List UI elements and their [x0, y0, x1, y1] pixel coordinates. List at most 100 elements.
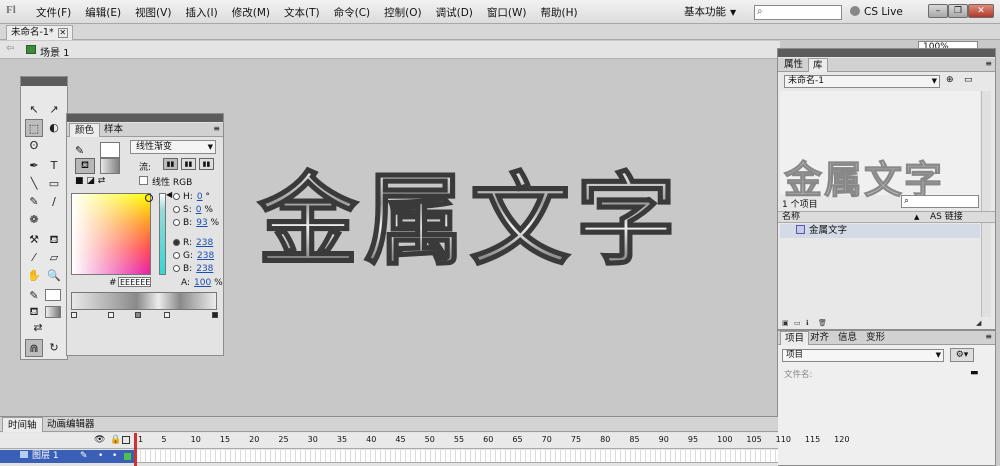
blue-value[interactable]: 238	[196, 264, 213, 274]
stroke-color-swatch[interactable]	[100, 142, 120, 158]
3d-rotation-tool-icon[interactable]: ◐	[45, 119, 63, 137]
delete-icon[interactable]: 🗑	[818, 319, 827, 327]
flow-extend-button[interactable]: ▮▮	[163, 158, 178, 170]
resize-icon[interactable]: ◢	[976, 319, 981, 327]
menu-commands[interactable]: 命令(C)	[334, 5, 371, 20]
color-picker-square[interactable]	[71, 193, 153, 275]
panel-menu-icon[interactable]: ≡	[985, 332, 992, 341]
tab-project[interactable]: 项目	[780, 331, 810, 345]
show-hide-layers-icon[interactable]: 👁	[94, 435, 105, 445]
close-tab-icon[interactable]: ✕	[57, 28, 68, 38]
hue-row[interactable]: H: 0 °	[173, 192, 210, 202]
hex-input[interactable]: EEEEEE	[118, 277, 151, 287]
tab-color[interactable]: 颜色	[69, 123, 101, 137]
green-row[interactable]: G: 238	[173, 251, 214, 261]
outline-layers-icon[interactable]	[122, 436, 130, 444]
frames-row[interactable]	[136, 450, 778, 463]
deco-tool-icon[interactable]: ❁	[25, 211, 43, 229]
tab-properties[interactable]: 属性	[780, 58, 807, 72]
bone-tool-icon[interactable]: ⚒	[25, 231, 43, 249]
menu-help[interactable]: 帮助(H)	[540, 5, 577, 20]
brightness-slider[interactable]	[159, 193, 166, 275]
flow-repeat-button[interactable]: ▮▮	[199, 158, 214, 170]
tab-timeline[interactable]: 时间轴	[2, 417, 43, 432]
frame-ruler[interactable]: 1 5 10 15 20 25 30 35 40 45 50 55 60 65 70 75 80 85 90 95 10…	[136, 433, 849, 449]
properties-icon[interactable]: ℹ	[806, 319, 809, 327]
visibility-dot-icon[interactable]: •	[98, 450, 103, 463]
scene-name[interactable]: 场景 1	[40, 44, 70, 59]
pin-icon[interactable]: ⊕	[946, 75, 954, 85]
fill-bucket-icon[interactable]: ⛾	[75, 158, 95, 174]
new-folder-icon[interactable]: ▭	[794, 319, 801, 327]
smooth-icon[interactable]: ↻	[45, 339, 63, 357]
menu-modify[interactable]: 修改(M)	[232, 5, 270, 20]
gradient-stop[interactable]	[71, 312, 77, 318]
tab-library[interactable]: 库	[808, 58, 828, 72]
hue-value[interactable]: 0	[197, 192, 203, 202]
text-tool-icon[interactable]: T	[45, 157, 63, 175]
menu-control[interactable]: 控制(O)	[384, 5, 421, 20]
layer-name[interactable]: 图层 1	[32, 451, 59, 461]
blue-row[interactable]: B: 238	[173, 264, 213, 274]
saturation-radio[interactable]	[173, 206, 180, 213]
brightness-row[interactable]: B: 93 %	[173, 218, 219, 228]
project-gear-button[interactable]: ⚙▾	[950, 348, 974, 362]
menu-text[interactable]: 文本(T)	[284, 5, 320, 20]
close-window-button[interactable]: ✕	[968, 4, 994, 18]
document-tab[interactable]: 未命名-1* ✕	[6, 25, 73, 40]
layer-row[interactable]: 图层 1 ✎ • •	[0, 450, 136, 463]
pen-tool-icon[interactable]: ✒	[25, 157, 43, 175]
stroke-color-swatch[interactable]	[45, 289, 61, 301]
line-tool-icon[interactable]: ╲	[25, 175, 43, 193]
menu-insert[interactable]: 插入(I)	[185, 5, 217, 20]
panel-menu-icon[interactable]: ≡	[985, 59, 992, 68]
linear-rgb-checkbox[interactable]	[139, 176, 148, 185]
folder-icon[interactable]: ▬	[970, 368, 979, 378]
project-select[interactable]: 项目 ▼	[782, 349, 944, 362]
red-radio[interactable]	[173, 239, 180, 246]
lock-dot-icon[interactable]: •	[112, 450, 117, 463]
color-type-select[interactable]: 线性渐变 ▼	[130, 140, 216, 154]
gradient-stop-selected[interactable]	[212, 312, 218, 318]
slider-arrow-icon[interactable]: ◀	[166, 190, 172, 199]
eraser-tool-icon[interactable]: ▱	[45, 249, 63, 267]
hue-radio[interactable]	[173, 193, 180, 200]
new-symbol-icon[interactable]: ▣	[782, 319, 789, 327]
red-value[interactable]: 238	[196, 238, 213, 248]
eyedropper-tool-icon[interactable]: ⁄	[25, 249, 43, 267]
help-search-input[interactable]: ⌕	[754, 5, 842, 20]
alpha-row[interactable]: A: 100 %	[181, 278, 223, 288]
new-library-icon[interactable]: ▭	[964, 75, 973, 85]
color-default-icons[interactable]: ■ ◪ ⇄	[75, 176, 105, 186]
sort-icon[interactable]: ▲	[914, 212, 919, 222]
tab-info[interactable]: 信息	[834, 331, 861, 345]
saturation-value[interactable]: 0	[196, 205, 202, 215]
metal-text-object[interactable]: 金属文字	[257, 161, 682, 281]
column-linkage[interactable]: AS 链接	[930, 212, 963, 222]
picker-marker[interactable]	[145, 194, 153, 202]
gradient-bar[interactable]	[71, 292, 217, 310]
tab-swatches[interactable]: 样本	[99, 123, 128, 137]
tab-transform[interactable]: 变形	[862, 331, 889, 345]
stroke-pencil-icon[interactable]: ✎	[75, 144, 91, 158]
swap-colors-icon[interactable]: ⇄	[29, 319, 47, 337]
library-item[interactable]: 金属文字	[780, 224, 980, 238]
brightness-value[interactable]: 93	[196, 218, 207, 228]
paint-bucket-tool-icon[interactable]: ⛾	[45, 231, 63, 249]
flow-reflect-button[interactable]: ▮▮	[181, 158, 196, 170]
restore-button[interactable]: ❐	[948, 4, 968, 18]
fill-color-swatch[interactable]	[45, 306, 61, 318]
fill-gradient-swatch[interactable]	[100, 158, 120, 174]
menu-edit[interactable]: 编辑(E)	[85, 5, 121, 20]
playhead[interactable]	[134, 433, 137, 466]
workspace-switcher[interactable]: 基本功能 ▼	[684, 3, 748, 21]
lasso-tool-icon[interactable]: ʘ	[25, 137, 43, 155]
back-arrow-icon[interactable]: ⇦	[6, 43, 14, 54]
hand-tool-icon[interactable]: ✋	[25, 267, 43, 285]
saturation-row[interactable]: S: 0 %	[173, 205, 213, 215]
subselection-tool-icon[interactable]: ↗	[45, 101, 63, 119]
library-search-input[interactable]: ⌕	[901, 195, 979, 208]
library-panel-header[interactable]	[778, 49, 995, 57]
tools-panel-header[interactable]	[21, 77, 67, 86]
library-scrollbar[interactable]	[981, 91, 991, 317]
